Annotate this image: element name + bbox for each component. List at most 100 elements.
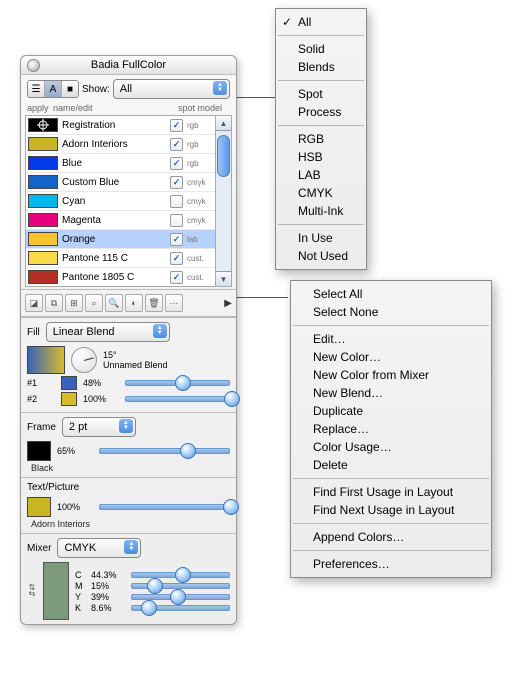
color-row[interactable]: Pantone 1805 C✓cust. (26, 268, 215, 287)
channel-slider[interactable] (131, 572, 230, 578)
color-swatch[interactable] (28, 251, 58, 265)
globe-icon[interactable]: ◐ (125, 294, 143, 312)
stop-slider[interactable] (125, 396, 230, 402)
menu-item[interactable]: Duplicate (291, 402, 491, 420)
trash-icon[interactable]: 🗑 (145, 294, 163, 312)
color-swatch[interactable] (28, 156, 58, 170)
color-row[interactable]: Adorn Interiors✓rgb (26, 135, 215, 154)
menu-item[interactable]: Delete (291, 456, 491, 474)
menu-item[interactable]: Blends (276, 58, 366, 76)
stop-swatch[interactable] (61, 376, 77, 390)
color-swatch[interactable] (28, 118, 58, 132)
menu-item[interactable]: Select None (291, 303, 491, 321)
color-row[interactable]: Magentacmyk (26, 211, 215, 230)
spot-checkbox[interactable]: ✓ (170, 271, 183, 284)
channel-slider[interactable] (131, 605, 230, 611)
color-swatch[interactable] (28, 213, 58, 227)
view-swatch-icon[interactable]: A (45, 81, 62, 97)
show-filter-menu[interactable]: All SolidBlends SpotProcess RGBHSBLABCMYKMu… (275, 8, 367, 270)
textpic-slider[interactable] (99, 504, 230, 510)
frame-slider[interactable] (99, 448, 230, 454)
fill-type-popup[interactable]: Linear Blend ▲▼ (46, 322, 170, 342)
color-row[interactable]: Pantone 115 C✓cust. (26, 249, 215, 268)
menu-item[interactable]: Replace… (291, 420, 491, 438)
menu-item[interactable]: Select All (291, 285, 491, 303)
show-popup[interactable]: All ▲▼ (113, 79, 230, 99)
menu-item[interactable]: Not Used (276, 247, 366, 265)
menu-item[interactable]: RGB (276, 130, 366, 148)
color-swatch[interactable] (28, 175, 58, 189)
new-color-icon[interactable]: ◪ (25, 294, 43, 312)
angle-dial[interactable] (71, 347, 97, 373)
stop-swatch[interactable] (61, 392, 77, 406)
spot-checkbox[interactable]: ✓ (170, 119, 183, 132)
swap-icon[interactable]: ⇅⇆ (27, 585, 37, 597)
scroll-up-icon[interactable]: ▲ (216, 116, 231, 131)
menu-item[interactable]: Find Next Usage in Layout (291, 501, 491, 519)
append-icon[interactable]: ⊞ (65, 294, 83, 312)
spot-checkbox[interactable] (170, 214, 183, 227)
mixer-model-popup[interactable]: CMYK ▲▼ (57, 538, 141, 558)
scrollbar[interactable]: ▲ ▼ (216, 115, 232, 287)
menu-item[interactable]: Append Colors… (291, 528, 491, 546)
menu-item[interactable]: Preferences… (291, 555, 491, 573)
spot-checkbox[interactable]: ✓ (170, 176, 183, 189)
menu-item[interactable]: All (276, 13, 366, 31)
menu-item[interactable]: Edit… (291, 330, 491, 348)
menu-item[interactable]: LAB (276, 166, 366, 184)
menu-item[interactable]: Process (276, 103, 366, 121)
color-row[interactable]: Custom Blue✓cmyk (26, 173, 215, 192)
channel-slider[interactable] (131, 594, 230, 600)
menu-item[interactable]: New Color… (291, 348, 491, 366)
toolbar: ◪⧉⊞⌕🔍◐🗑⋯ ▶ (21, 289, 236, 317)
menu-item[interactable]: Solid (276, 40, 366, 58)
close-icon[interactable] (27, 59, 40, 72)
scroll-track[interactable] (216, 131, 231, 271)
spot-checkbox[interactable]: ✓ (170, 138, 183, 151)
titlebar[interactable]: Badia FullColor (21, 56, 236, 75)
view-mode-segment[interactable]: ☰ A ■ (27, 80, 79, 98)
menu-item[interactable]: Spot (276, 85, 366, 103)
spot-checkbox[interactable]: ✓ (170, 157, 183, 170)
palette-title: Badia FullColor (91, 59, 166, 71)
fill-swatch[interactable] (27, 346, 65, 374)
action-menu[interactable]: Select AllSelect NoneEdit…New Color…New … (290, 280, 492, 578)
spot-checkbox[interactable]: ✓ (170, 233, 183, 246)
more-icon[interactable]: ⋯ (165, 294, 183, 312)
frame-weight-popup[interactable]: 2 pt ▲▼ (62, 417, 136, 437)
view-grid-icon[interactable]: ■ (62, 81, 78, 97)
menu-item[interactable]: CMYK (276, 184, 366, 202)
menu-item[interactable]: New Color from Mixer (291, 366, 491, 384)
mixer-section: Mixer CMYK ▲▼ ⇅⇆ C 44.3% M 15% Y 39% K 8… (21, 533, 236, 624)
search-usage-icon[interactable]: ⌕ (85, 294, 103, 312)
menu-item[interactable]: Find First Usage in Layout (291, 483, 491, 501)
stop-slider[interactable] (125, 380, 230, 386)
color-swatch[interactable] (28, 194, 58, 208)
color-name: Cyan (62, 196, 166, 207)
textpic-swatch[interactable] (27, 497, 51, 517)
flyout-menu-icon[interactable]: ▶ (224, 298, 232, 309)
spot-checkbox[interactable]: ✓ (170, 252, 183, 265)
menu-item[interactable]: New Blend… (291, 384, 491, 402)
color-row[interactable]: Blue✓rgb (26, 154, 215, 173)
spot-checkbox[interactable] (170, 195, 183, 208)
color-row[interactable]: Cyancmyk (26, 192, 215, 211)
channel-slider[interactable] (131, 583, 230, 589)
menu-item[interactable]: Color Usage… (291, 438, 491, 456)
scroll-thumb[interactable] (217, 135, 230, 177)
menu-item[interactable]: HSB (276, 148, 366, 166)
color-row[interactable]: Registration✓rgb (26, 116, 215, 135)
view-list-icon[interactable]: ☰ (28, 81, 45, 97)
scroll-down-icon[interactable]: ▼ (216, 271, 231, 286)
frame-swatch[interactable] (27, 441, 51, 461)
menu-item[interactable]: Multi-Ink (276, 202, 366, 220)
color-list[interactable]: Registration✓rgbAdorn Interiors✓rgbBlue✓… (25, 115, 216, 287)
mixer-swatch[interactable] (43, 562, 69, 620)
duplicate-icon[interactable]: ⧉ (45, 294, 63, 312)
zoom-icon[interactable]: 🔍 (105, 294, 123, 312)
color-swatch[interactable] (28, 232, 58, 246)
color-row[interactable]: Orange✓lab (26, 230, 215, 249)
color-swatch[interactable] (28, 270, 58, 284)
color-swatch[interactable] (28, 137, 58, 151)
menu-item[interactable]: In Use (276, 229, 366, 247)
